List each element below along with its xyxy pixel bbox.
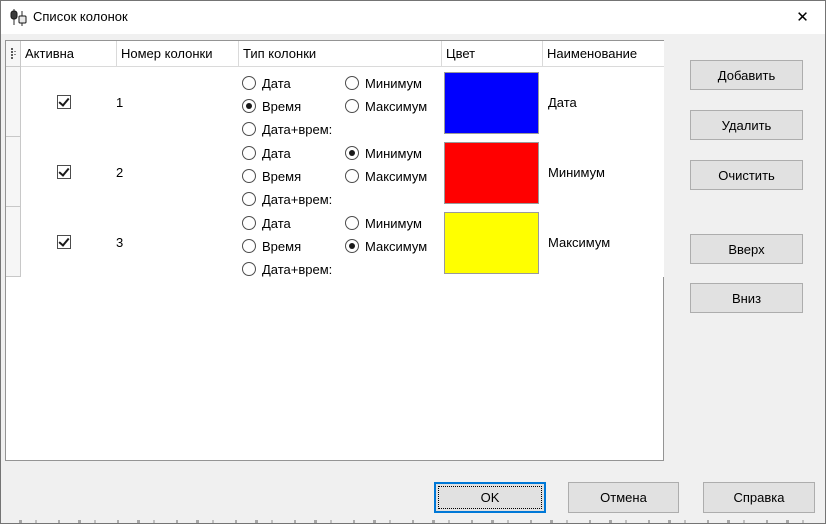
table-row: 1 Дата Время Дата+врем: Минимум Максимум xyxy=(21,67,664,137)
column-name: Максимум xyxy=(548,234,611,250)
cancel-button[interactable]: Отмена xyxy=(568,482,679,513)
type-radio-max[interactable]: Максимум xyxy=(345,238,427,254)
type-radio-min[interactable]: Минимум xyxy=(345,215,422,231)
column-number: 1 xyxy=(116,94,124,110)
column-header-active[interactable]: Активна xyxy=(21,41,117,67)
type-radio-max[interactable]: Максимум xyxy=(345,168,427,184)
type-radio-time[interactable]: Время xyxy=(242,168,301,184)
add-button[interactable]: Добавить xyxy=(690,60,803,90)
radio-icon[interactable] xyxy=(345,99,359,113)
radio-icon[interactable] xyxy=(345,169,359,183)
help-button[interactable]: Справка xyxy=(703,482,815,513)
active-checkbox[interactable] xyxy=(57,235,71,249)
radio-label: Минимум xyxy=(365,75,422,91)
close-button[interactable]: ✕ xyxy=(780,1,825,33)
column-header-number[interactable]: Номер колонки xyxy=(117,41,239,67)
column-header-type[interactable]: Тип колонки xyxy=(239,41,442,67)
type-radio-max[interactable]: Максимум xyxy=(345,98,427,114)
row-header-1[interactable] xyxy=(6,67,21,137)
radio-icon[interactable] xyxy=(242,239,256,253)
type-radio-date[interactable]: Дата xyxy=(242,215,291,231)
radio-label: Максимум xyxy=(365,98,428,114)
title-bar[interactable]: Список колонок ✕ xyxy=(1,1,825,34)
column-header-name[interactable]: Наименование xyxy=(543,41,664,67)
radio-icon[interactable] xyxy=(242,216,256,230)
type-radio-date[interactable]: Дата xyxy=(242,145,291,161)
move-up-button[interactable]: Вверх xyxy=(690,234,803,264)
type-radio-date[interactable]: Дата xyxy=(242,75,291,91)
color-swatch[interactable] xyxy=(444,142,539,204)
column-number: 3 xyxy=(116,234,124,250)
radio-icon[interactable] xyxy=(242,169,256,183)
delete-button[interactable]: Удалить xyxy=(690,110,803,140)
column-name: Минимум xyxy=(548,164,605,180)
radio-icon[interactable] xyxy=(345,216,359,230)
radio-icon[interactable] xyxy=(242,146,256,160)
ok-button[interactable]: OK xyxy=(434,482,546,513)
row-header-2[interactable] xyxy=(6,137,21,207)
color-swatch[interactable] xyxy=(444,212,539,274)
active-checkbox[interactable] xyxy=(57,95,71,109)
clear-button[interactable]: Очистить xyxy=(690,160,803,190)
active-checkbox[interactable] xyxy=(57,165,71,179)
type-radio-datetime[interactable]: Дата+врем: xyxy=(242,191,332,207)
type-radio-datetime[interactable]: Дата+врем: xyxy=(242,261,332,277)
radio-icon[interactable] xyxy=(242,262,256,276)
radio-label: Дата xyxy=(262,75,291,91)
move-down-button[interactable]: Вниз xyxy=(690,283,803,313)
close-icon: ✕ xyxy=(796,9,809,26)
type-radio-min[interactable]: Минимум xyxy=(345,145,422,161)
columns-table: Активна Номер колонки Тип колонки Цвет Н… xyxy=(5,40,664,461)
color-swatch[interactable] xyxy=(444,72,539,134)
radio-label: Максимум xyxy=(365,238,428,254)
radio-icon[interactable] xyxy=(242,192,256,206)
radio-label: Дата+врем: xyxy=(262,191,333,207)
radio-label: Максимум xyxy=(365,168,428,184)
radio-icon[interactable] xyxy=(242,122,256,136)
column-number: 2 xyxy=(116,164,124,180)
background-window-sliver xyxy=(1,520,825,523)
row-header-corner xyxy=(6,41,21,67)
table-row: 3 Дата Время Дата+врем: Минимум Максимум xyxy=(21,207,664,277)
radio-icon[interactable] xyxy=(345,239,359,253)
window-title: Список колонок xyxy=(33,9,128,24)
radio-label: Дата xyxy=(262,145,291,161)
radio-label: Время xyxy=(262,98,302,114)
column-list-dialog: Список колонок ✕ Активна Номер колонки Т… xyxy=(0,0,826,524)
radio-label: Дата+врем: xyxy=(262,121,333,137)
type-radio-time[interactable]: Время xyxy=(242,238,301,254)
radio-icon[interactable] xyxy=(345,146,359,160)
radio-label: Минимум xyxy=(365,145,422,161)
radio-label: Время xyxy=(262,168,302,184)
type-radio-time[interactable]: Время xyxy=(242,98,301,114)
radio-label: Дата xyxy=(262,215,291,231)
type-radio-datetime[interactable]: Дата+врем: xyxy=(242,121,332,137)
radio-icon[interactable] xyxy=(242,76,256,90)
column-header-color[interactable]: Цвет xyxy=(442,41,543,67)
radio-icon[interactable] xyxy=(242,99,256,113)
radio-label: Время xyxy=(262,238,302,254)
table-row: 2 Дата Время Дата+врем: Минимум Максимум xyxy=(21,137,664,207)
type-radio-min[interactable]: Минимум xyxy=(345,75,422,91)
row-header-3[interactable] xyxy=(6,207,21,277)
radio-label: Минимум xyxy=(365,215,422,231)
row-selector-icon xyxy=(10,48,16,59)
radio-label: Дата+врем: xyxy=(262,261,333,277)
radio-icon[interactable] xyxy=(345,76,359,90)
column-name: Дата xyxy=(548,94,577,110)
app-chart-markers-icon xyxy=(10,9,27,26)
